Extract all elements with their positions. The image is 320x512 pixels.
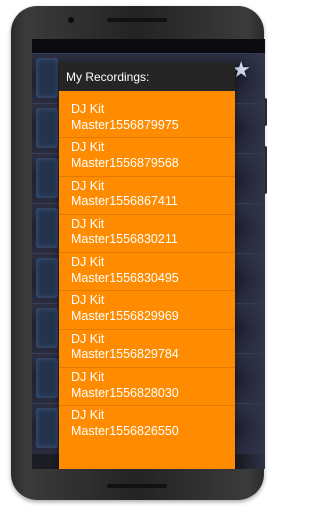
device-mockup: ★ My Recordings: DJ Kit Master1556879975… — [0, 0, 275, 512]
list-item[interactable]: DJ Kit Master1556830211 — [59, 215, 235, 254]
list-item[interactable]: DJ Kit Master1556879568 — [59, 138, 235, 177]
recording-name: DJ Kit Master1556830495 — [71, 255, 179, 285]
background-pad — [36, 408, 58, 448]
background-pad — [36, 308, 58, 348]
list-item[interactable]: DJ Kit Master1556867411 — [59, 177, 235, 215]
app-screen: ★ My Recordings: DJ Kit Master1556879975… — [32, 39, 265, 469]
earpiece-speaker — [107, 18, 167, 22]
bottom-speaker — [107, 484, 167, 488]
list-item[interactable]: DJ Kit Master1556830495 — [59, 253, 235, 292]
background-pad — [36, 358, 58, 398]
list-item[interactable]: DJ Kit Master1556828030 — [59, 368, 235, 407]
recording-name: DJ Kit Master1556830211 — [71, 216, 178, 247]
background-pad — [36, 58, 58, 98]
recording-name: DJ Kit Master1556867411 — [71, 178, 178, 209]
recordings-list: DJ Kit Master1556879975 DJ Kit Master155… — [59, 100, 235, 445]
background-pad — [36, 208, 58, 248]
recording-name: DJ Kit Master1556829969 — [71, 293, 179, 323]
recording-name: DJ Kit Master1556879975 — [71, 102, 179, 132]
list-item[interactable]: DJ Kit Master1556829969 — [59, 291, 235, 330]
recording-name: DJ Kit Master1556829784 — [71, 331, 179, 362]
front-camera — [67, 16, 75, 24]
background-shade — [239, 53, 265, 469]
dialog-header: My Recordings: — [59, 62, 235, 91]
list-item[interactable]: DJ Kit Master1556879975 — [59, 100, 235, 139]
phone-frame: ★ My Recordings: DJ Kit Master1556879975… — [11, 6, 267, 500]
status-bar — [32, 39, 265, 53]
background-pad — [36, 158, 58, 198]
background-pad — [36, 258, 58, 298]
dialog-title: My Recordings: — [66, 70, 150, 84]
recording-name: DJ Kit Master1556879568 — [71, 140, 179, 170]
background-pad — [36, 108, 58, 148]
list-item[interactable]: DJ Kit Master1556829784 — [59, 330, 235, 369]
recording-name: DJ Kit Master1556828030 — [71, 370, 179, 400]
recordings-dialog: My Recordings: DJ Kit Master1556879975 D… — [59, 62, 235, 469]
recording-name: DJ Kit Master1556826550 — [71, 408, 179, 438]
list-item[interactable]: DJ Kit Master1556826550 — [59, 406, 235, 444]
